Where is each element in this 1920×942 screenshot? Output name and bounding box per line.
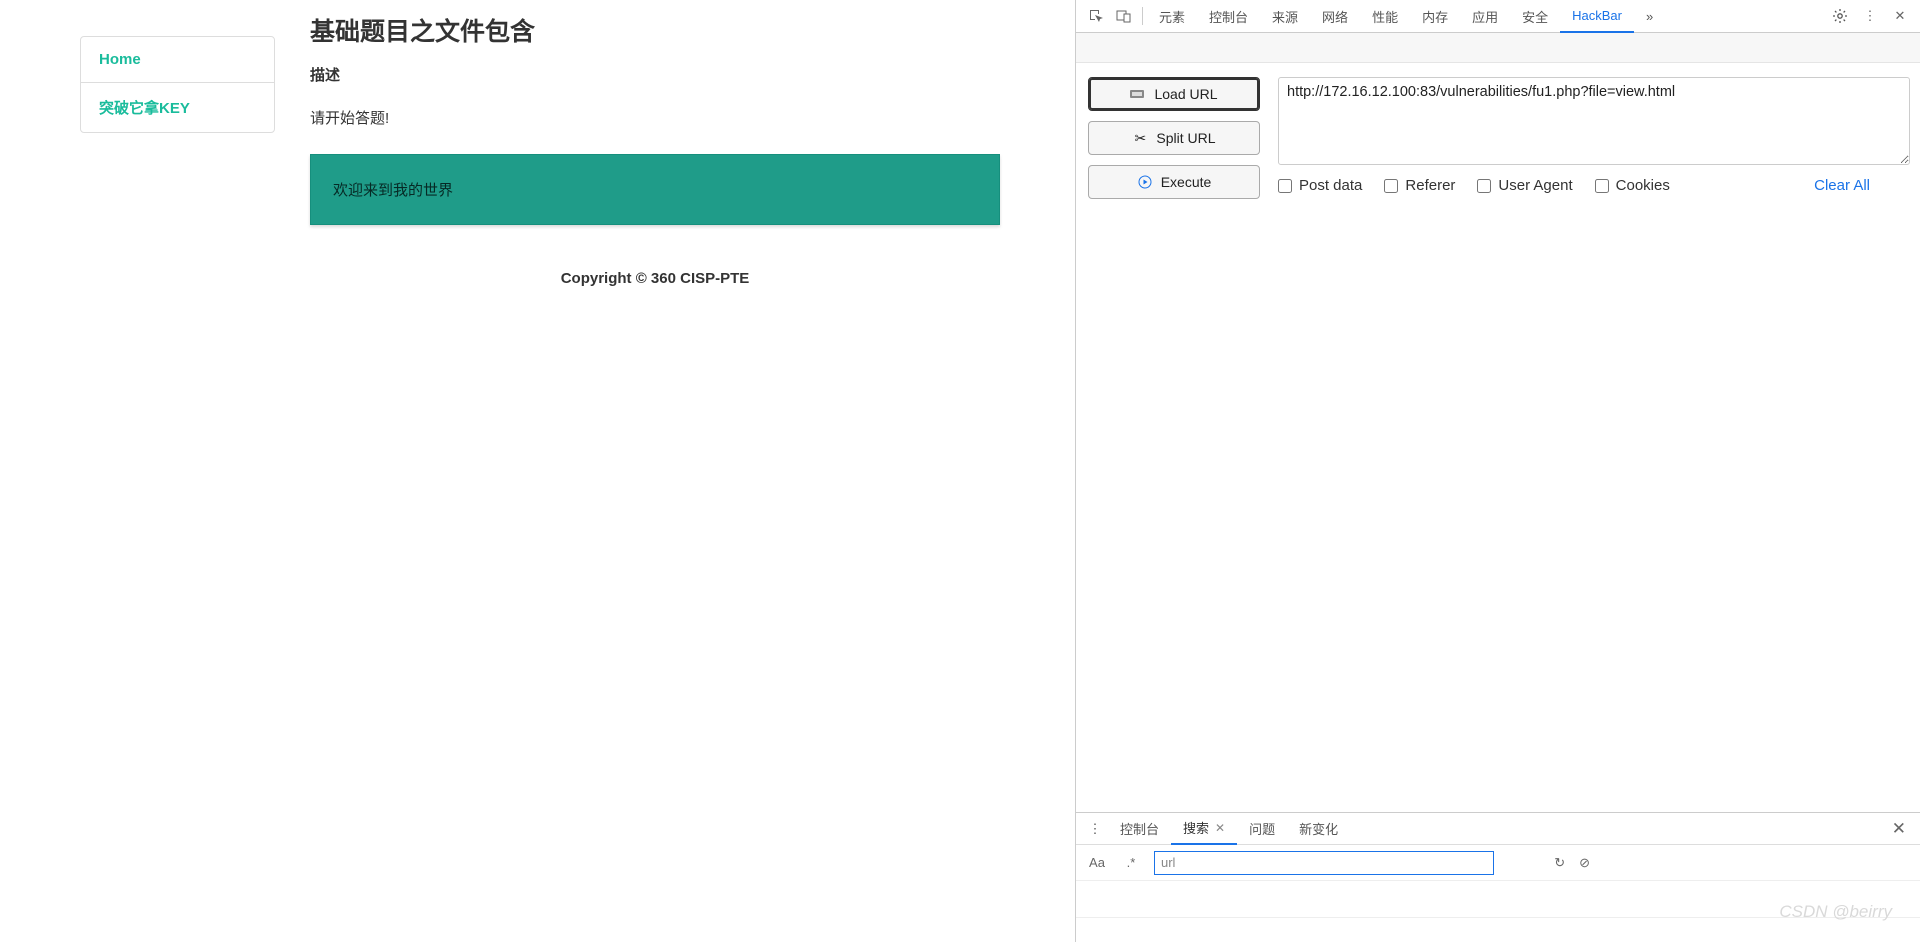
load-url-label: Load URL (1154, 86, 1217, 102)
regex-toggle[interactable]: .* (1120, 855, 1142, 870)
highlight-banner: 欢迎来到我的世界 (310, 154, 1000, 225)
devtools-tabs: 元素 控制台 来源 网络 性能 内存 应用 安全 HackBar » (1147, 0, 1826, 33)
tab-performance[interactable]: 性能 (1360, 0, 1410, 33)
clear-icon[interactable]: ⊘ (1579, 855, 1590, 871)
load-url-icon (1130, 86, 1146, 102)
play-icon (1137, 174, 1153, 190)
sidebar-item-home[interactable]: Home (81, 37, 274, 83)
webpage-content: Home 突破它拿KEY 基础题目之文件包含 描述 请开始答题! 欢迎来到我的世… (0, 0, 1075, 942)
more-vertical-icon[interactable]: ⋮ (1856, 2, 1884, 30)
drawer-tabs: ⋮ 控制台 搜索 ✕ 问题 新变化 ✕ (1076, 813, 1920, 845)
tabs-overflow-icon[interactable]: » (1634, 0, 1665, 33)
user-agent-checkbox[interactable]: User Agent (1477, 177, 1572, 194)
page-title: 基础题目之文件包含 (310, 12, 1000, 48)
drawer-close-icon[interactable]: ✕ (1884, 819, 1914, 839)
sidebar-item-key[interactable]: 突破它拿KEY (81, 83, 274, 132)
execute-button[interactable]: Execute (1088, 165, 1260, 199)
footer-copyright: Copyright © 360 CISP-PTE (310, 270, 1000, 287)
tab-network[interactable]: 网络 (1310, 0, 1360, 33)
referer-checkbox[interactable]: Referer (1384, 177, 1455, 194)
hackbar-buttons: Load URL ✂ Split URL Execute (1088, 77, 1260, 199)
sidebar-nav: Home 突破它拿KEY (80, 36, 275, 133)
clear-all-link[interactable]: Clear All (1814, 177, 1870, 194)
prompt-text: 请开始答题! (310, 107, 1000, 128)
drawer-more-icon[interactable]: ⋮ (1082, 821, 1108, 837)
drawer-tab-search[interactable]: 搜索 ✕ (1171, 813, 1237, 845)
split-url-button[interactable]: ✂ Split URL (1088, 121, 1260, 155)
hackbar-checkboxes: Post data Referer User Agent Cookies Cle… (1278, 177, 1910, 194)
cookies-checkbox[interactable]: Cookies (1595, 177, 1670, 194)
devtools-panel: 元素 控制台 来源 网络 性能 内存 应用 安全 HackBar » ⋮ ✕ (1075, 0, 1920, 942)
search-input[interactable] (1154, 851, 1494, 875)
load-url-button[interactable]: Load URL (1088, 77, 1260, 111)
filter-bar (1076, 33, 1920, 63)
subheading: 描述 (310, 64, 1000, 85)
hackbar-right: Post data Referer User Agent Cookies Cle… (1278, 77, 1910, 199)
split-url-label: Split URL (1156, 130, 1215, 146)
settings-gear-icon[interactable] (1826, 2, 1854, 30)
case-sensitive-toggle[interactable]: Aa (1086, 855, 1108, 870)
url-textarea[interactable] (1278, 77, 1910, 165)
execute-label: Execute (1161, 174, 1212, 190)
hackbar-panel: Load URL ✂ Split URL Execute Post data R… (1076, 63, 1920, 209)
devtools-header: 元素 控制台 来源 网络 性能 内存 应用 安全 HackBar » ⋮ ✕ (1076, 0, 1920, 33)
inspect-icon[interactable] (1082, 2, 1110, 30)
main-content: 基础题目之文件包含 描述 请开始答题! 欢迎来到我的世界 (310, 12, 1000, 225)
search-row: Aa .* ↻ ⊘ (1076, 845, 1920, 881)
drawer-console-row (1076, 918, 1920, 942)
drawer-tab-issues[interactable]: 问题 (1237, 813, 1287, 845)
drawer-tab-close-icon[interactable]: ✕ (1215, 821, 1225, 835)
tab-sources[interactable]: 来源 (1260, 0, 1310, 33)
tab-elements[interactable]: 元素 (1147, 0, 1197, 33)
drawer-tab-whatsnew[interactable]: 新变化 (1287, 813, 1350, 845)
devtools-drawer: ⋮ 控制台 搜索 ✕ 问题 新变化 ✕ Aa .* ↻ ⊘ (1076, 812, 1920, 942)
devtools-close-icon[interactable]: ✕ (1886, 2, 1914, 30)
tab-hackbar[interactable]: HackBar (1560, 0, 1634, 33)
tab-security[interactable]: 安全 (1510, 0, 1560, 33)
tab-console[interactable]: 控制台 (1197, 0, 1260, 33)
device-toggle-icon[interactable] (1110, 2, 1138, 30)
post-data-checkbox[interactable]: Post data (1278, 177, 1362, 194)
drawer-tab-console[interactable]: 控制台 (1108, 813, 1171, 845)
refresh-icon[interactable]: ↻ (1554, 855, 1565, 871)
scissors-icon: ✂ (1132, 130, 1148, 146)
tab-application[interactable]: 应用 (1460, 0, 1510, 33)
tab-memory[interactable]: 内存 (1410, 0, 1460, 33)
search-results-area (1076, 881, 1920, 918)
